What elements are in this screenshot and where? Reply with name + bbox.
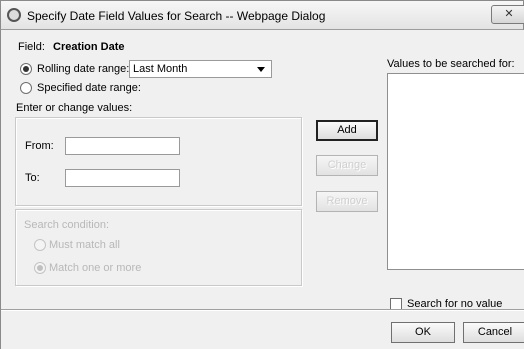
footer-separator [1,309,524,311]
rolling-range-value: Last Month [133,63,188,75]
to-input[interactable] [65,169,180,187]
specified-range-label: Specified date range: [37,82,141,94]
enter-values-label: Enter or change values: [16,102,133,114]
chevron-down-icon [257,67,265,72]
from-label: From: [25,140,54,152]
from-input[interactable] [65,137,180,155]
cancel-button[interactable]: Cancel [463,322,524,343]
must-match-all-radio[interactable] [34,239,46,251]
change-button[interactable]: Change [316,155,378,176]
match-one-or-more-radio[interactable] [34,262,46,274]
rolling-range-dropdown[interactable]: Last Month [129,60,272,78]
must-match-all-label: Must match all [49,239,120,251]
rolling-range-label: Rolling date range: [37,63,130,75]
remove-button-label: Remove [326,195,368,207]
add-button[interactable]: Add [316,120,378,141]
match-one-or-more-label: Match one or more [49,262,142,274]
close-button[interactable]: ✕ [491,5,524,24]
values-group [15,117,302,206]
field-value: Creation Date [53,41,125,53]
values-listbox[interactable] [387,73,524,270]
window-title: Specify Date Field Values for Search -- … [27,9,326,23]
title-bar: Specify Date Field Values for Search -- … [0,0,524,30]
to-label: To: [25,172,40,184]
ok-button[interactable]: OK [391,322,455,343]
rolling-range-radio[interactable] [20,63,32,75]
change-button-label: Change [327,159,367,171]
browser-icon [7,8,21,22]
dialog-body: Field: Creation Date Rolling date range:… [0,30,524,349]
field-caption: Field: [18,41,45,53]
remove-button[interactable]: Remove [316,191,378,212]
specified-range-radio[interactable] [20,82,32,94]
values-list-label: Values to be searched for: [387,58,515,70]
search-condition-label: Search condition: [24,219,109,231]
